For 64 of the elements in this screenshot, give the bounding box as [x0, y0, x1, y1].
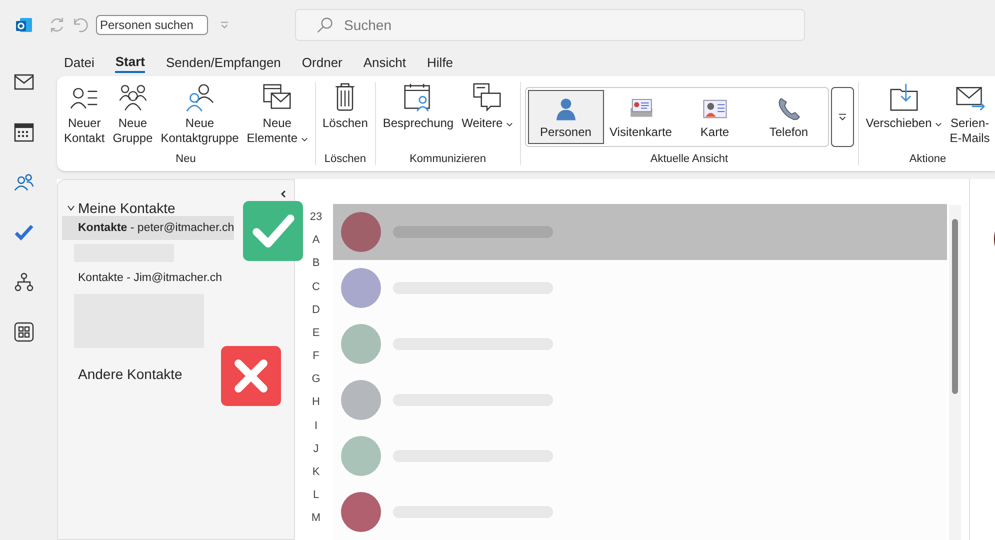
outlook-logo-icon[interactable] — [15, 16, 33, 34]
index-letter[interactable]: I — [314, 418, 318, 434]
index-letter[interactable]: B — [312, 255, 320, 272]
collapse-icon[interactable] — [280, 190, 286, 198]
ribbon-button[interactable]: Serien- E-Mails — [946, 82, 993, 146]
group-icon — [118, 82, 148, 112]
index-letter[interactable]: C — [312, 278, 320, 295]
index-letter[interactable]: 23 — [310, 208, 322, 225]
caret-icon[interactable] — [220, 21, 229, 30]
index-letter[interactable]: A — [312, 232, 320, 248]
mail-icon[interactable] — [14, 72, 34, 92]
group-label: Löschen — [324, 152, 366, 165]
ribbon-tab[interactable]: Hilfe — [427, 54, 454, 72]
ribbon-button[interactable]: Neuer Kontakt — [61, 82, 108, 146]
index-letter[interactable]: E — [312, 324, 320, 341]
search-icon — [316, 16, 334, 34]
view-button[interactable]: Personen — [528, 90, 604, 144]
ribbon-tab[interactable]: Ansicht — [363, 54, 406, 72]
group-label: Aktuelle Ansicht — [650, 152, 728, 165]
index-letter[interactable]: K — [312, 464, 320, 480]
view-button[interactable]: Karte — [678, 90, 752, 144]
group-label: Aktione — [909, 152, 946, 165]
folder-group-header[interactable]: Meine Kontakte — [58, 200, 176, 216]
ribbon-button[interactable]: Neue Kontaktgruppe — [158, 82, 242, 146]
ribbon-tab[interactable]: Senden/Empfangen — [166, 54, 281, 72]
contact-group-icon — [184, 82, 215, 112]
folder-arrow-icon — [888, 82, 919, 112]
scrollbar[interactable] — [949, 204, 961, 540]
expand-icon — [838, 113, 847, 122]
view-button[interactable]: Telefon — [752, 90, 826, 144]
checkmark-icon[interactable] — [14, 222, 34, 242]
people-icon[interactable] — [14, 172, 34, 192]
ribbon-button[interactable]: Verschieben — [862, 82, 945, 132]
ribbon-button[interactable]: Neue Elemente — [244, 82, 310, 146]
view-button[interactable]: Visitenkarte — [604, 90, 678, 144]
calendar-icon[interactable] — [14, 122, 34, 142]
cross-mark-icon — [221, 346, 281, 406]
index-letter[interactable]: H — [312, 394, 320, 410]
ribbon-button[interactable]: Besprechung — [380, 82, 457, 132]
folder-item[interactable]: Kontakte - peter@itmacher.ch — [62, 216, 234, 240]
blurred-contact-row[interactable] — [333, 204, 947, 260]
more-views-button[interactable] — [830, 87, 854, 148]
org-chart-icon[interactable] — [14, 272, 34, 292]
people-search-field[interactable]: Personen suchen — [96, 15, 208, 36]
ribbon-tab[interactable]: Start — [115, 54, 145, 73]
ribbon-button[interactable]: Weitere — [458, 82, 516, 132]
index-letter[interactable]: M — [311, 510, 321, 526]
ribbon-tab[interactable]: Ordner — [302, 54, 342, 72]
group-label: Neu — [176, 152, 196, 165]
index-letter[interactable]: D — [312, 302, 320, 318]
index-letter[interactable]: G — [312, 371, 320, 388]
ribbon-tab[interactable]: Datei — [64, 54, 94, 72]
apps-icon[interactable] — [14, 322, 34, 342]
ribbon-button[interactable]: Löschen — [320, 82, 371, 132]
search-field[interactable]: Suchen — [342, 16, 646, 34]
group-label: Kommunizieren — [410, 152, 486, 165]
index-letter[interactable]: F — [312, 348, 320, 364]
chat-bubbles-icon — [472, 82, 502, 112]
index-letter[interactable]: J — [313, 440, 319, 457]
index-letter[interactable]: L — [312, 487, 320, 504]
folder-group-header[interactable]: Andere Kontakte — [58, 352, 294, 382]
ribbon-button[interactable]: Neue Gruppe — [110, 82, 156, 146]
search-bar[interactable]: Suchen — [295, 9, 805, 42]
folder-item[interactable]: Kontakte - Jim@itmacher.ch — [58, 266, 234, 290]
